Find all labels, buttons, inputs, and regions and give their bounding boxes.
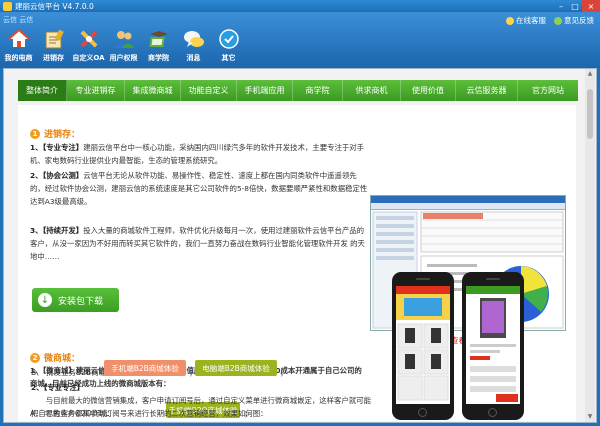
tab-supply-demand[interactable]: 供求商机 [343, 80, 401, 101]
tab-official-site[interactable]: 官方网站 [518, 80, 578, 101]
tab-professional-inventory[interactable]: 专业进销存 [67, 80, 125, 101]
app-subtitle: 云信 云信 [3, 16, 34, 24]
toolbar-label: 用户权限 [109, 54, 138, 62]
toolbar-other[interactable]: 其它 [212, 26, 245, 66]
section-paragraph: 2、【协会公测】云信平台无论从软件功能、易操作性、稳定性、速度上都在国内同类软件… [30, 169, 368, 209]
title-bar: 建丽云信平台 V4.7.0.0 – □ × [0, 0, 600, 12]
separator: ； [280, 368, 288, 377]
tab-mobile-app[interactable]: 手机端应用 [237, 80, 293, 101]
mobile-b2b-demo-button[interactable]: 手机端B2B商城体验 [104, 360, 186, 376]
toolbar-messages[interactable]: 消息 [177, 26, 210, 66]
phone-screen [466, 286, 520, 404]
tab-business-school[interactable]: 商学院 [293, 80, 343, 101]
para-text: 与目前最大的微信营销集成，客户申请订阅号后，通过自定义菜单进行微商城嵌定，这样客… [31, 396, 371, 419]
headset-icon [506, 16, 514, 25]
toolbar-user-permissions[interactable]: 用户权限 [107, 26, 140, 66]
para-lead: 2、【专业专注】 [31, 383, 85, 392]
tab-overview[interactable]: 整体简介 [18, 80, 67, 101]
tab-cloud-server[interactable]: 云信服务器 [456, 80, 518, 101]
phone-screen [396, 286, 450, 404]
phone-mockup-right [462, 272, 524, 420]
close-button[interactable]: × [582, 0, 600, 12]
section-heading: 1 进销存： [30, 127, 80, 140]
tools-icon [78, 28, 100, 50]
vertical-scrollbar[interactable]: ▲ ▼ [585, 69, 595, 422]
online-service-link[interactable]: 在线客服 [506, 15, 546, 26]
toolbar-my-ecommerce[interactable]: 我的电商 [2, 26, 35, 66]
para-lead: 2、【协会公测】 [30, 171, 84, 180]
section-paragraph: 1、【专业专注】建丽云信平台中一核心功能，采纳国内四川绿汽多年的软件开发技术，主… [30, 141, 368, 167]
section-title: 进销存： [44, 130, 81, 140]
chat-icon [183, 28, 205, 50]
feedback-link[interactable]: 意见反馈 [554, 15, 594, 26]
download-installer-button[interactable]: ↓ 安装包下载 [32, 288, 119, 312]
toolbar-business-school[interactable]: 商学院 [142, 26, 175, 66]
scroll-thumb[interactable] [587, 89, 593, 139]
window-title: 建丽云信平台 V4.7.0.0 [15, 1, 94, 11]
section-number: 1 [30, 128, 40, 139]
book-icon [148, 28, 170, 50]
app-logo-icon [3, 1, 12, 11]
toolbar-label: 消息 [186, 54, 201, 62]
feedback-icon [554, 16, 562, 25]
tab-value[interactable]: 使用价值 [401, 80, 456, 101]
pc-b2b-demo-button[interactable]: 电脑端B2B商城体验 [195, 360, 277, 376]
toolbar-label: 自定义OA [72, 54, 105, 62]
feedback-label: 意见反馈 [564, 16, 594, 25]
toolbar-label: 进销存 [43, 54, 64, 62]
top-toolbar: 云信 云信 在线客服 意见反馈 我的电商 进销存 自定义OA 用户权限 商学院 … [0, 12, 600, 68]
para-lead: 3、【持续开发】 [30, 226, 84, 235]
section-paragraph: 与目前最大的微信营销集成，客户申请订阅号后，通过自定义菜单进行微商城嵌定，这样客… [31, 394, 376, 420]
more-icon [218, 28, 240, 50]
para-lead: 1、【专业专注】 [30, 143, 84, 152]
feature-nav: 整体简介 专业进销存 集成微商城 功能自定义 手机端应用 商学院 供求商机 使用… [18, 80, 578, 101]
toolbar-label: 商学院 [148, 54, 169, 62]
home-icon [7, 28, 30, 50]
scroll-down-icon[interactable]: ▼ [585, 412, 595, 422]
section-heading: 2 微商城： [30, 351, 80, 364]
ledger-icon [43, 28, 65, 50]
maximize-button[interactable]: □ [568, 0, 582, 12]
section-paragraph: 2、【专业专注】 [31, 381, 376, 394]
phone-mockup-left [392, 272, 454, 420]
section-paragraph: 3、【持续开发】投入大量的商城软件工程师，软件优化升级每月一次，使用过建丽软件云… [30, 224, 368, 264]
b2b-row-label: B、 批发业务B2B商城： [31, 368, 114, 377]
toolbar-custom-oa[interactable]: 自定义OA [72, 26, 105, 66]
scroll-up-icon[interactable]: ▲ [585, 69, 595, 79]
tab-micro-mall[interactable]: 集成微商城 [125, 80, 181, 101]
download-label: 安装包下载 [58, 296, 104, 307]
toolbar-label: 其它 [221, 54, 236, 62]
toolbar-inventory[interactable]: 进销存 [37, 26, 70, 66]
toolbar-label: 我的电商 [4, 54, 33, 62]
section-number: 2 [30, 352, 40, 363]
tab-custom-functions[interactable]: 功能自定义 [181, 80, 237, 101]
users-icon [113, 28, 135, 50]
download-icon: ↓ [38, 293, 52, 307]
section-title: 微商城： [44, 354, 81, 364]
online-service-label: 在线客服 [516, 16, 546, 25]
minimize-button[interactable]: – [554, 0, 568, 12]
